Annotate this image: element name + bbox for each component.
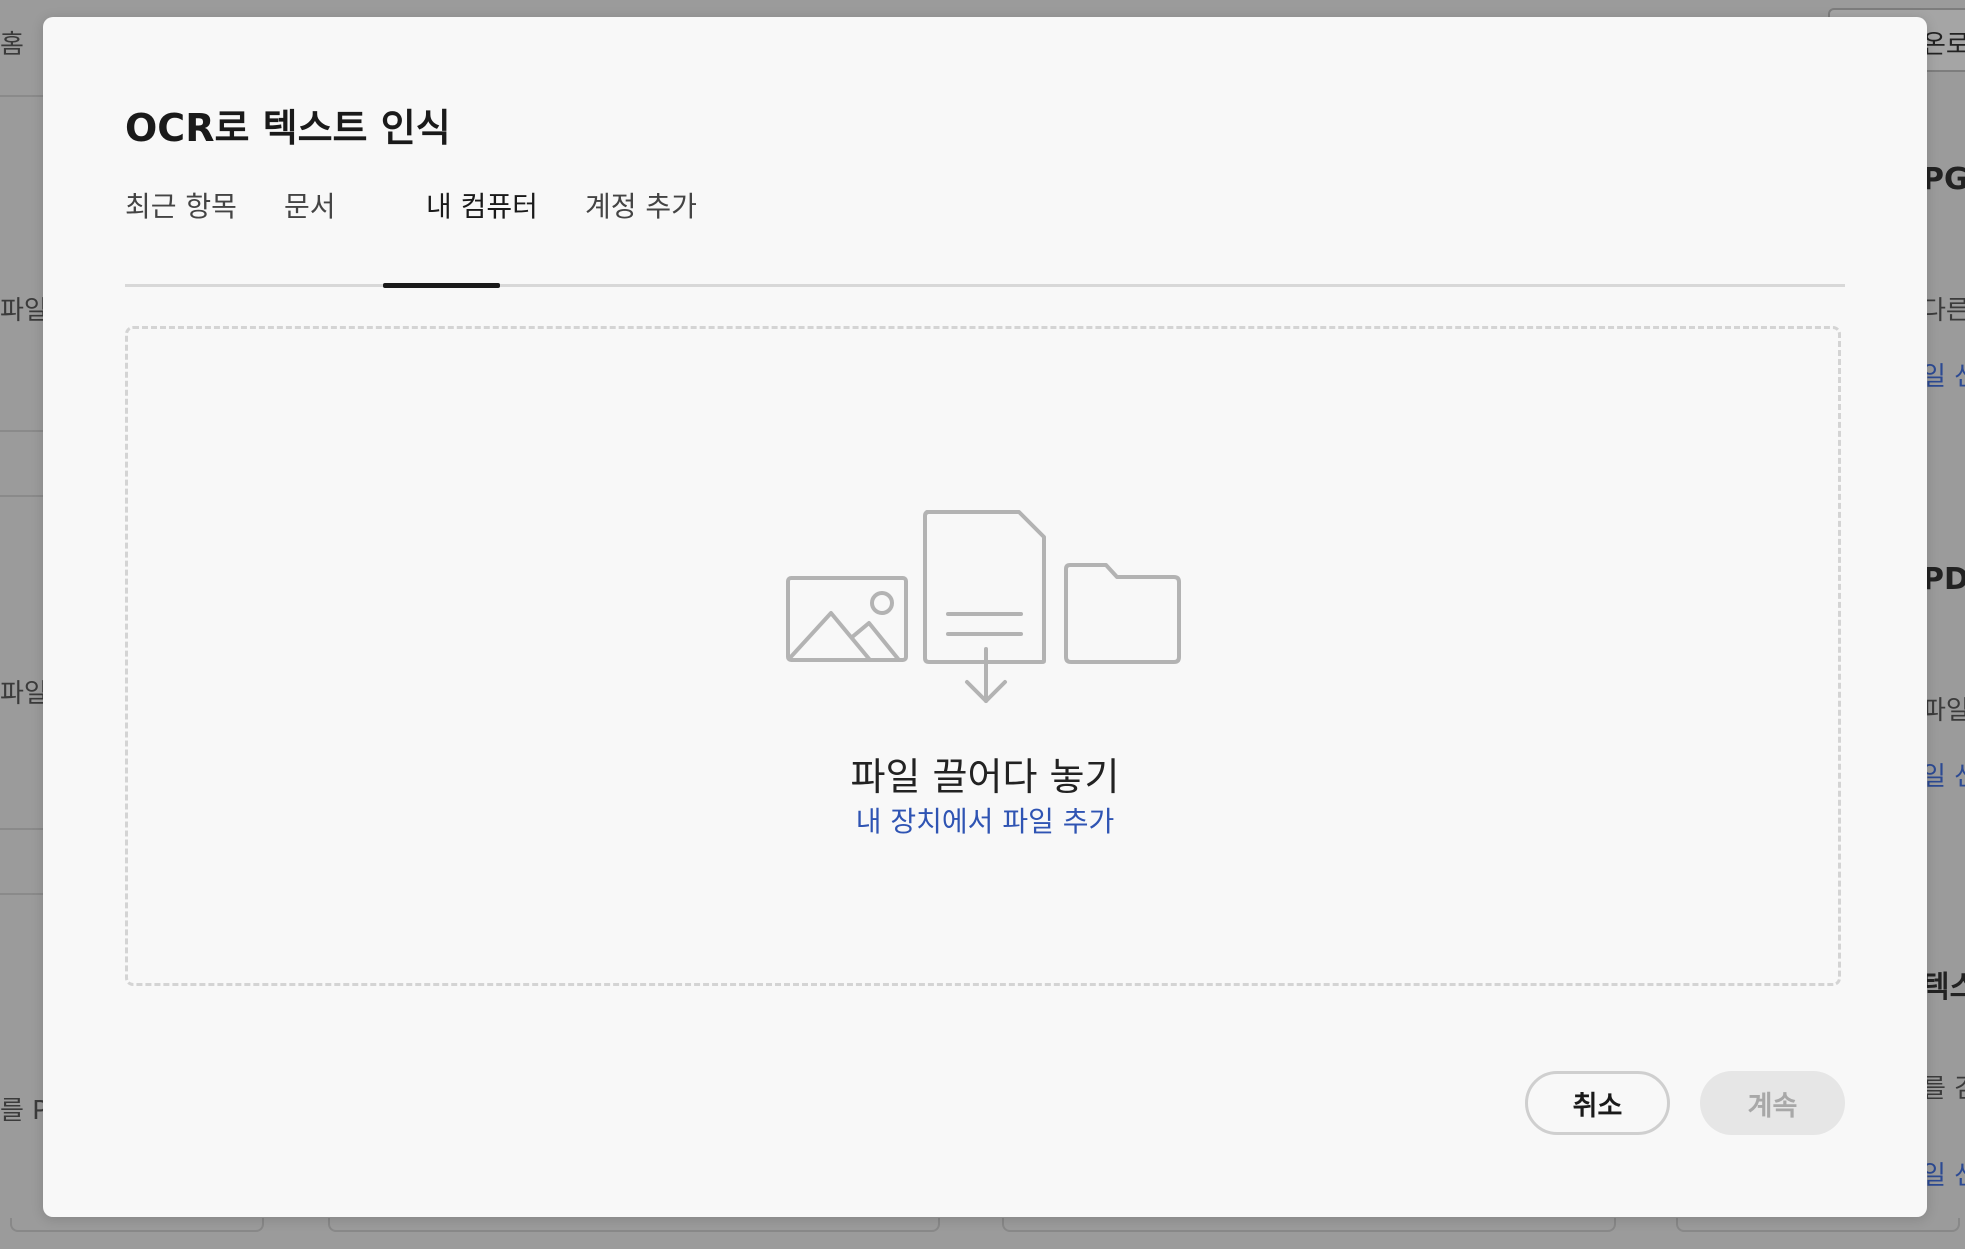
cancel-button[interactable]: 취소 — [1525, 1071, 1670, 1135]
bg-card-edge — [328, 1218, 940, 1232]
dropzone-title: 파일 끌어다 놓기 — [850, 755, 1120, 799]
bg-divider — [0, 95, 44, 97]
document-download-icon — [923, 510, 1046, 703]
upload-illustration — [786, 510, 1181, 703]
bg-card-link: 일 선 — [1922, 1161, 1965, 1191]
bg-divider — [0, 495, 44, 497]
bg-divider — [0, 893, 44, 895]
folder-icon — [1064, 563, 1181, 664]
bg-card-edge — [1676, 1218, 1960, 1232]
bg-divider — [0, 828, 44, 830]
bg-card-link: 일 선 — [1922, 762, 1965, 792]
add-from-device-link-label[interactable]: 내 장치에서 파일 추가 — [856, 805, 1115, 838]
bg-nav-home: 홈 — [0, 30, 24, 60]
image-icon — [786, 576, 908, 662]
bg-card-edge — [10, 1218, 264, 1232]
bg-card-heading: 텍스 — [1922, 970, 1965, 1005]
bg-top-button-label: 온로 — [1922, 30, 1965, 60]
bg-card-desc: 를 검 — [1922, 1074, 1965, 1104]
add-from-device-link: 내 장치에서 파일 추가 — [43, 800, 1927, 840]
ocr-dialog: OCR로 텍스트 인식 최근 항목 문서 내 컴퓨터 계정 추가 파일 끌어다 … — [43, 17, 1927, 1217]
bg-card-desc: 파일 — [1922, 696, 1965, 726]
continue-button[interactable]: 계속 — [1700, 1071, 1845, 1135]
bg-card-link: 일 선 — [1922, 362, 1965, 392]
bg-card-heading: PG — [1922, 162, 1965, 197]
bg-card-desc: 다른 — [1922, 296, 1965, 326]
bg-card-edge — [1002, 1218, 1616, 1232]
bg-divider — [0, 430, 44, 432]
bg-card-heading: PD — [1922, 562, 1965, 597]
bg-left-text: 를 P — [0, 1096, 48, 1126]
